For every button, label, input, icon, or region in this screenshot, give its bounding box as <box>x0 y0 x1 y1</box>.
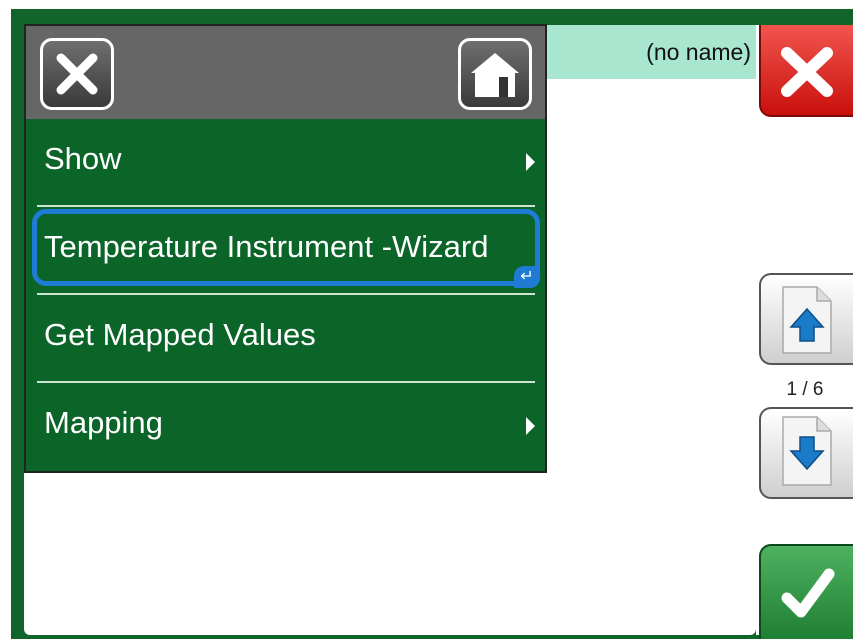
menu-close-button[interactable] <box>40 38 114 110</box>
menu-home-button[interactable] <box>458 38 532 110</box>
menu-item-label: Get Mapped Values <box>44 317 316 352</box>
close-icon <box>56 53 98 95</box>
enter-icon: ↵ <box>514 266 540 288</box>
focus-highlight <box>32 209 540 286</box>
submenu-arrow-icon <box>526 417 535 435</box>
home-icon <box>471 53 519 97</box>
submenu-arrow-icon <box>526 153 535 171</box>
menu-item-show[interactable]: Show <box>26 119 545 205</box>
name-bar: (no name) <box>545 25 759 79</box>
menu-header <box>26 26 545 119</box>
close-icon <box>781 47 833 97</box>
instrument-name: (no name) <box>646 39 751 65</box>
page-up-button[interactable] <box>759 273 853 365</box>
page-down-button[interactable] <box>759 407 853 499</box>
cancel-button[interactable] <box>759 25 853 117</box>
check-icon <box>781 568 835 618</box>
menu-item-label: Mapping <box>44 405 163 440</box>
accept-button[interactable] <box>759 544 853 639</box>
menu-item-get-mapped-values[interactable]: Get Mapped Values <box>26 295 545 381</box>
page-down-icon <box>782 416 832 486</box>
menu-item-label: Show <box>44 141 122 176</box>
page-indicator: 1 / 6 <box>786 379 824 400</box>
page-up-icon <box>782 286 832 354</box>
popup-menu: Show Temperature Instrument -Wizard ↵ Ge… <box>24 24 547 473</box>
menu-item-mapping[interactable]: Mapping <box>26 383 545 469</box>
